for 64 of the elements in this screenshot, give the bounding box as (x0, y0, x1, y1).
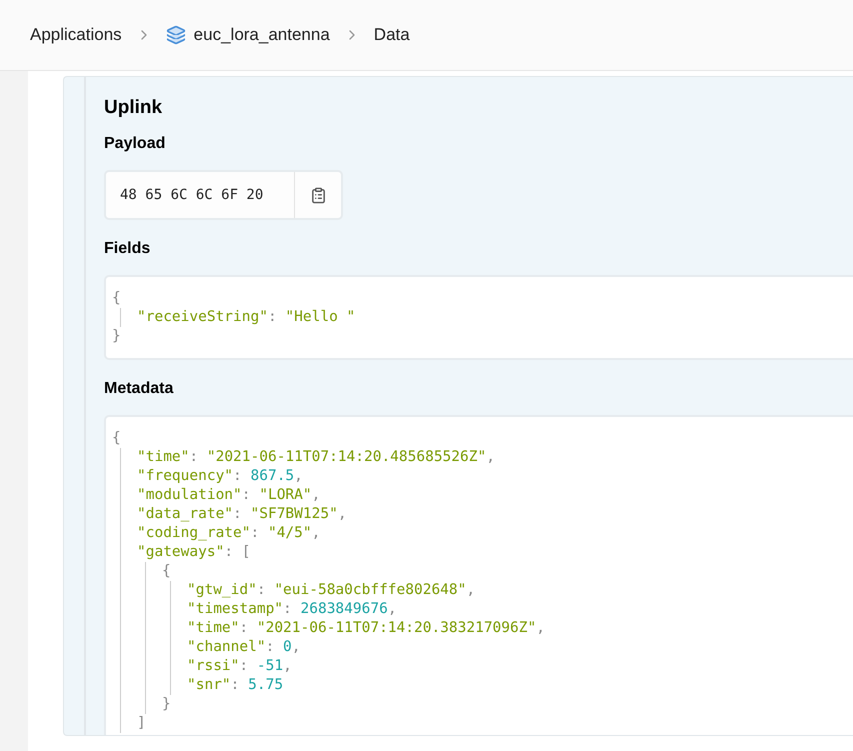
json-key: "gtw_id" (187, 581, 257, 600)
json-punctuation: , (338, 505, 347, 524)
json-key: "timestamp" (187, 600, 284, 619)
json-key: "gateways" (137, 543, 224, 562)
json-punctuation: { (112, 289, 121, 308)
json-number: 0 (283, 638, 292, 657)
json-key: "time" (137, 448, 190, 467)
json-punctuation: : (230, 676, 240, 695)
json-key: "time" (187, 619, 240, 638)
json-key: "coding_rate" (137, 524, 250, 543)
json-punctuation: : (242, 486, 252, 505)
json-punctuation: , (536, 619, 545, 638)
json-string: "SF7BW125" (250, 505, 338, 524)
json-punctuation: { (162, 562, 171, 581)
json-punctuation: , (292, 638, 301, 657)
json-number: 5.75 (248, 676, 284, 695)
json-punctuation: , (312, 486, 320, 505)
json-punctuation: } (112, 327, 121, 346)
json-punctuation: } (162, 695, 171, 714)
json-punctuation: : (239, 657, 250, 676)
json-key: "frequency" (137, 467, 234, 486)
breadcrumb-link[interactable]: Data (374, 25, 410, 45)
json-number: 2683849676 (300, 600, 388, 619)
json-key: "data_rate" (137, 505, 234, 524)
json-punctuation: : (189, 448, 200, 467)
json-punctuation: , (388, 600, 397, 619)
json-key: "channel" (187, 638, 266, 657)
json-string: "LORA" (259, 486, 312, 505)
json-key: "receiveString" (137, 308, 268, 327)
json-punctuation: , (283, 657, 292, 676)
json-punctuation: ] (137, 714, 146, 733)
json-punctuation: { (112, 429, 121, 448)
payload-label: Payload (104, 135, 166, 153)
fields-label: Fields (104, 240, 152, 258)
section-title: Uplink (104, 97, 164, 119)
json-punctuation: : (266, 638, 276, 657)
json-punctuation: : (283, 600, 293, 619)
breadcrumb-link[interactable]: euc_lora_antenna (166, 25, 330, 45)
json-punctuation: , (312, 524, 320, 543)
json-string: "Hello " (285, 308, 356, 327)
json-punctuation: : (250, 524, 260, 543)
json-punctuation: : (268, 308, 278, 327)
breadcrumb-link[interactable]: Applications (30, 25, 122, 45)
json-punctuation: : [ (224, 543, 251, 562)
json-punctuation: , (486, 448, 495, 467)
json-string: "2021-06-11T07:14:20.485685526Z" (206, 448, 486, 467)
json-key: "snr" (187, 676, 231, 695)
json-punctuation: , (294, 467, 303, 486)
clipboard-icon (310, 186, 326, 204)
json-punctuation: , (466, 581, 476, 600)
json-key: "rssi" (187, 657, 240, 676)
json-punctuation: : (233, 467, 243, 486)
json-string: "4/5" (268, 524, 312, 543)
json-punctuation: : (233, 505, 243, 524)
metadata-label: Metadata (104, 380, 174, 398)
json-string: "2021-06-11T07:14:20.383217096Z" (256, 619, 536, 638)
json-punctuation: : (239, 619, 250, 638)
payload-value: 48 65 6C 6C 6F 20 (106, 172, 295, 218)
json-number: 867.5 (250, 467, 294, 486)
json-string: "eui-58a0cbfffe802648" (274, 581, 466, 600)
json-key: "modulation" (137, 486, 242, 505)
json-punctuation: : (256, 581, 267, 600)
layers-icon (166, 25, 186, 45)
json-number: -51 (256, 657, 284, 676)
